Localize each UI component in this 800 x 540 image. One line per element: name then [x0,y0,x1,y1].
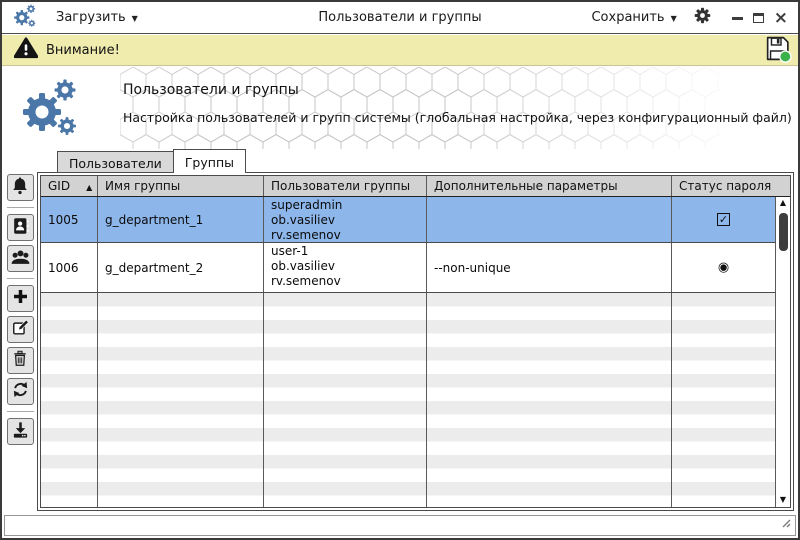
toolbar-separator [6,411,34,412]
trash-icon [11,349,29,372]
cell-group-name: g_department_1 [98,197,264,242]
refresh-icon [11,380,30,403]
save-config-floppy-icon[interactable] [764,34,792,67]
cell-password-status: ✓ [672,197,790,242]
groups-table: GID ▲ Имя группы Пользователи группы Допо… [40,175,791,508]
download-button[interactable] [6,418,34,445]
cell-additional-params: --non-unique [427,243,672,292]
address-book-icon [11,216,30,240]
column-header-additional-params[interactable]: Дополнительные параметры [427,176,672,196]
column-divider [263,293,264,507]
column-divider [97,293,98,507]
column-header-password-status[interactable]: Статус пароля [672,176,790,196]
warning-bar: Внимание! [2,35,798,66]
column-header-group-name[interactable]: Имя группы [98,176,264,196]
tab-groups[interactable]: Группы [172,149,246,173]
checkbox-checked-icon[interactable]: ✓ [717,213,730,226]
plus-icon [11,287,30,310]
column-divider [671,293,672,507]
toolbar-separator [6,278,34,279]
user-groups-button[interactable] [6,245,34,272]
add-group-button[interactable] [6,285,34,312]
load-dropdown-button[interactable]: Загрузить ▼ [56,10,138,25]
edit-pencil-icon [11,318,30,341]
page-subtitle: Настройка пользователей и групп системы … [123,110,792,125]
cell-gid: 1006 [41,243,98,292]
chevron-down-icon: ▼ [131,14,138,23]
table-row[interactable]: 1006 g_department_2 user-1 ob.vasiliev r… [41,243,790,293]
column-header-gid-label: GID [48,179,71,193]
radio-on-icon[interactable]: ◉ [718,260,729,275]
empty-rows-area [41,293,790,507]
app-window: Пользователи и группы Загрузить ▼ Сохран… [0,0,800,540]
scrollbar-thumb[interactable] [778,213,788,251]
toolbar-separator [6,207,34,208]
save-dropdown-button[interactable]: Сохранить ▼ [591,10,677,25]
scroll-down-icon[interactable]: ▼ [780,494,786,507]
groups-table-container: GID ▲ Имя группы Пользователи группы Допо… [37,172,794,511]
warning-message: Внимание! [46,42,120,58]
cell-gid: 1005 [41,197,98,242]
page-title: Пользователи и группы [123,82,299,98]
vertical-scrollbar[interactable]: ▲ ▼ [775,197,790,507]
address-book-button[interactable] [6,214,34,241]
close-icon[interactable]: × [774,9,788,26]
tab-users[interactable]: Пользователи [57,151,173,173]
status-bar [4,515,796,536]
save-button-label: Сохранить [591,10,665,25]
maximize-icon[interactable] [752,12,764,23]
column-header-group-users[interactable]: Пользователи группы [264,176,427,196]
cell-group-users: user-1 ob.vasiliev rv.semenov [264,243,427,292]
bell-icon [10,176,30,200]
cell-group-users: superadmin ob.vasiliev rv.semenov [264,197,427,242]
hexagon-pattern-background [120,67,720,149]
titlebar: Пользователи и группы Загрузить ▼ Сохран… [2,2,798,34]
chevron-down-icon: ▼ [670,14,677,23]
load-button-label: Загрузить [56,10,126,25]
table-header-row: GID ▲ Имя группы Пользователи группы Допо… [41,176,790,197]
cell-password-status: ◉ [672,243,790,292]
resize-grip-icon[interactable] [780,513,791,532]
cell-group-name: g_department_2 [98,243,264,292]
side-toolbar [6,174,34,449]
table-row[interactable]: 1005 g_department_1 superadmin ob.vasili… [41,197,790,243]
tab-bar: Пользователи Группы [57,149,246,173]
app-gears-logo-large-icon [18,77,82,143]
user-group-icon [10,247,31,271]
scroll-up-icon[interactable]: ▲ [780,197,786,210]
column-divider [426,293,427,507]
minimize-icon[interactable] [731,17,743,20]
page-header: Пользователи и группы Настройка пользова… [2,67,798,149]
refresh-button[interactable] [6,378,34,405]
check-glyph: ✓ [718,213,729,226]
sort-asc-icon: ▲ [86,183,93,192]
cell-additional-params [427,197,672,242]
warning-triangle-icon [13,37,39,63]
notifications-button[interactable] [6,174,34,201]
delete-group-button[interactable] [6,347,34,374]
app-gears-logo-icon [12,4,38,32]
edit-group-button[interactable] [6,316,34,343]
download-icon [11,420,30,443]
column-header-gid[interactable]: GID ▲ [41,176,98,196]
settings-gear-icon[interactable] [694,7,711,28]
